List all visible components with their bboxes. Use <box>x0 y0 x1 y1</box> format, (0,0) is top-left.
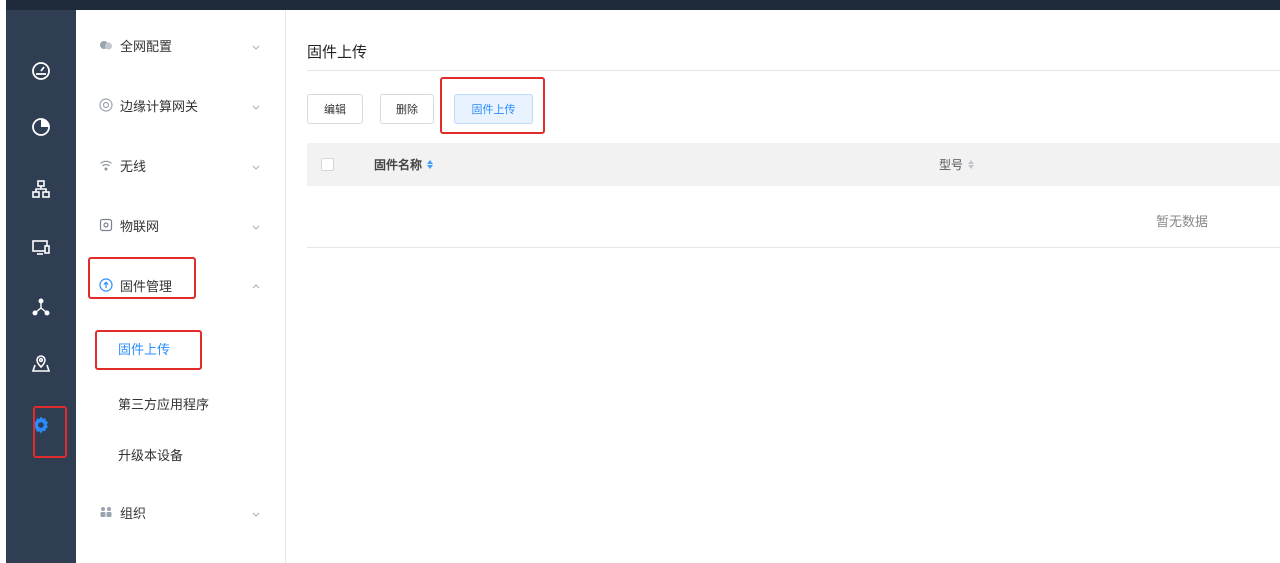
chevron-down-icon <box>250 158 262 170</box>
chevron-down-icon <box>250 98 262 110</box>
rail-item-nodes[interactable] <box>6 282 76 332</box>
chevron-down-icon <box>250 218 262 230</box>
network-topology-icon <box>32 180 50 198</box>
menu-group-firmware[interactable]: 固件管理 <box>76 265 286 305</box>
menu-group-organization[interactable]: 组织 <box>76 492 286 532</box>
map-location-icon <box>31 355 51 372</box>
menu-item-third-party-apps[interactable]: 第三方应用程序 <box>118 388 209 418</box>
global-config-icon <box>98 37 114 53</box>
menu-group-label: 边缘计算网关 <box>120 99 199 115</box>
menu-group-label: 无线 <box>120 159 147 175</box>
column-label: 型号 <box>939 158 964 172</box>
edge-gateway-icon <box>98 97 114 113</box>
chevron-down-icon <box>250 38 262 50</box>
empty-text: 暂无数据 <box>1156 215 1209 230</box>
rail-item-statistics[interactable] <box>6 102 76 152</box>
menu-group-global-config[interactable]: 全网配置 <box>76 25 286 65</box>
app-root: 全网配置 边缘计算网关 无线 物联网 固件管理 固件上传 第三方应用程序 升级本… <box>0 0 1280 563</box>
sort-icon[interactable] <box>968 160 975 169</box>
menu-group-label: 组织 <box>120 506 147 522</box>
menu-item-firmware-upload[interactable]: 固件上传 <box>118 333 170 363</box>
nodes-icon <box>32 298 50 316</box>
table-empty-row: 暂无数据 <box>307 186 1280 248</box>
menu-group-iot[interactable]: 物联网 <box>76 205 286 245</box>
menu-group-wireless[interactable]: 无线 <box>76 145 286 185</box>
menu-group-label: 固件管理 <box>120 279 173 295</box>
menu-group-label: 全网配置 <box>120 39 173 55</box>
firmware-upload-icon <box>98 277 114 293</box>
rail-item-dashboard[interactable] <box>6 46 76 96</box>
column-header-firmware-name[interactable]: 固件名称 <box>374 156 434 173</box>
page-title: 固件上传 <box>307 43 368 61</box>
column-header-model[interactable]: 型号 <box>939 156 975 173</box>
title-divider <box>307 70 1280 71</box>
select-all-checkbox[interactable] <box>321 158 334 171</box>
edit-button[interactable]: 编辑 <box>307 94 363 124</box>
rail-item-devices[interactable] <box>6 222 76 272</box>
settings-highlight-box <box>33 406 67 458</box>
top-bar <box>6 0 1280 10</box>
menu-group-label: 物联网 <box>120 219 160 235</box>
menu-item-upgrade-device[interactable]: 升级本设备 <box>118 439 183 469</box>
rail-item-topology[interactable] <box>6 164 76 214</box>
iot-icon <box>98 217 114 233</box>
rail-item-map[interactable] <box>6 338 76 388</box>
icon-rail <box>6 10 76 563</box>
wifi-icon <box>98 157 114 173</box>
column-label: 固件名称 <box>374 158 423 172</box>
settings-submenu: 全网配置 边缘计算网关 无线 物联网 固件管理 固件上传 第三方应用程序 升级本… <box>76 10 286 563</box>
chevron-down-icon <box>250 505 262 517</box>
main-content: 固件上传 编辑 删除 固件上传 固件名称 型号 暂无数据 <box>287 10 1280 563</box>
menu-group-edge-gateway[interactable]: 边缘计算网关 <box>76 85 286 125</box>
devices-icon <box>32 240 50 255</box>
firmware-upload-button[interactable]: 固件上传 <box>454 94 533 124</box>
table-header: 固件名称 型号 <box>307 143 1280 186</box>
sort-icon[interactable] <box>427 160 434 169</box>
chevron-up-icon <box>250 278 262 290</box>
pie-chart-icon <box>32 118 50 136</box>
dashboard-icon <box>32 62 50 80</box>
delete-button[interactable]: 删除 <box>380 94 434 124</box>
organization-icon <box>98 504 114 520</box>
